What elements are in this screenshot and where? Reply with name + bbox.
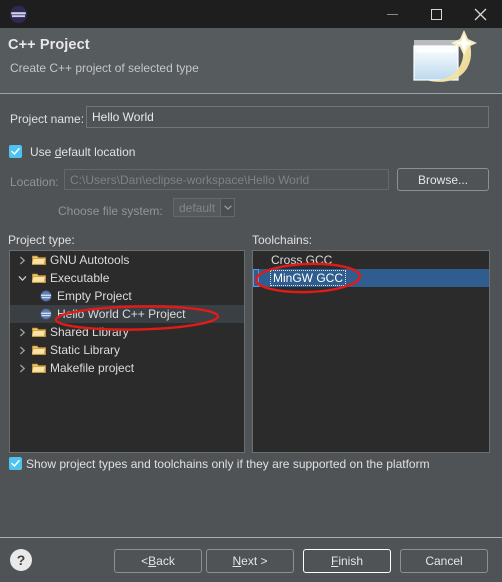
location-label: Location: bbox=[10, 175, 59, 189]
tree-item-label: Hello World C++ Project bbox=[57, 307, 186, 321]
chevron-right-icon[interactable] bbox=[14, 328, 30, 337]
folder-icon bbox=[30, 272, 48, 284]
folder-icon bbox=[30, 326, 48, 338]
folder-icon bbox=[30, 344, 48, 356]
project-icon bbox=[37, 290, 55, 302]
minimize-button[interactable] bbox=[370, 0, 414, 28]
file-system-combo[interactable]: default bbox=[173, 198, 235, 217]
cancel-button[interactable]: Cancel bbox=[400, 549, 488, 573]
show-supported-checkbox[interactable] bbox=[9, 457, 22, 470]
show-supported-label: Show project types and toolchains only i… bbox=[26, 457, 430, 471]
tree-item-gnu-autotools[interactable]: GNU Autotools bbox=[10, 251, 244, 269]
list-item-label: Cross GCC bbox=[271, 253, 333, 267]
browse-button[interactable]: Browse... bbox=[397, 168, 489, 191]
tree-item-executable[interactable]: Executable bbox=[10, 269, 244, 287]
next-button[interactable]: Next > bbox=[206, 549, 294, 573]
tree-item-shared-library[interactable]: Shared Library bbox=[10, 323, 244, 341]
tree-item-makefile-project[interactable]: Makefile project bbox=[10, 359, 244, 377]
tree-item-label: Empty Project bbox=[57, 289, 132, 303]
project-type-tree[interactable]: GNU Autotools Executable Empty Project H… bbox=[9, 250, 245, 453]
project-icon bbox=[37, 308, 55, 320]
help-button[interactable]: ? bbox=[10, 549, 32, 571]
use-default-location-checkbox[interactable] bbox=[9, 145, 22, 158]
tree-item-label: Static Library bbox=[50, 343, 121, 357]
file-system-label: Choose file system: bbox=[58, 204, 163, 218]
check-icon bbox=[11, 148, 20, 155]
title-bar bbox=[0, 0, 502, 28]
tree-item-hello-world-cpp-project[interactable]: Hello World C++ Project bbox=[10, 305, 244, 323]
chevron-right-icon[interactable] bbox=[14, 256, 30, 265]
tree-item-static-library[interactable]: Static Library bbox=[10, 341, 244, 359]
chevron-down-icon bbox=[220, 199, 234, 216]
project-type-label: Project type: bbox=[8, 233, 75, 247]
wizard-header: C++ Project Create C++ project of select… bbox=[0, 28, 502, 94]
chevron-down-icon[interactable] bbox=[14, 275, 30, 282]
minimize-icon bbox=[386, 13, 398, 15]
chevron-right-icon[interactable] bbox=[14, 364, 30, 373]
use-default-location-label: Use default location bbox=[30, 145, 136, 159]
close-icon bbox=[474, 8, 486, 20]
tree-item-label: Makefile project bbox=[50, 361, 135, 375]
selection-indicator bbox=[253, 269, 259, 287]
location-input[interactable]: C:\Users\Dan\eclipse-workspace\Hello Wor… bbox=[64, 169, 389, 190]
toolchains-list[interactable]: Cross GCC MinGW GCC bbox=[252, 250, 490, 453]
tree-item-label: Executable bbox=[50, 271, 110, 285]
wizard-body: Project name: Hello World Use default lo… bbox=[0, 94, 502, 537]
location-value: C:\Users\Dan\eclipse-workspace\Hello Wor… bbox=[70, 172, 310, 187]
tree-item-label: Shared Library bbox=[50, 325, 129, 339]
back-button[interactable]: < Back bbox=[114, 549, 202, 573]
project-name-input[interactable]: Hello World bbox=[86, 106, 489, 128]
close-button[interactable] bbox=[458, 0, 502, 28]
tree-item-empty-project[interactable]: Empty Project bbox=[10, 287, 244, 305]
project-name-value: Hello World bbox=[92, 110, 154, 124]
cdt-new-cpp-project-wizard-dialog: C++ Project Create C++ project of select… bbox=[0, 0, 502, 582]
eclipse-logo-icon bbox=[4, 0, 32, 28]
new-cpp-project-wizard-banner-icon bbox=[406, 28, 498, 94]
maximize-button[interactable] bbox=[414, 0, 458, 28]
page-subtitle: Create C++ project of selected type bbox=[10, 61, 199, 75]
maximize-icon bbox=[430, 8, 442, 20]
list-item-cross-gcc[interactable]: Cross GCC bbox=[253, 251, 489, 269]
finish-button[interactable]: Finish bbox=[303, 549, 391, 573]
project-name-label: Project name: bbox=[10, 112, 85, 126]
folder-icon bbox=[30, 362, 48, 374]
chevron-right-icon[interactable] bbox=[14, 346, 30, 355]
toolchains-label: Toolchains: bbox=[252, 233, 313, 247]
folder-icon bbox=[30, 254, 48, 266]
check-icon bbox=[11, 460, 20, 467]
tree-item-label: GNU Autotools bbox=[50, 253, 130, 267]
list-item-label: MinGW GCC bbox=[270, 270, 346, 286]
list-item-mingw-gcc[interactable]: MinGW GCC bbox=[253, 269, 489, 287]
dialog-footer: ? < Back Next > Finish Cancel bbox=[0, 538, 502, 582]
file-system-value: default bbox=[179, 200, 216, 215]
page-title: C++ Project bbox=[8, 37, 90, 53]
window-controls bbox=[370, 0, 502, 28]
